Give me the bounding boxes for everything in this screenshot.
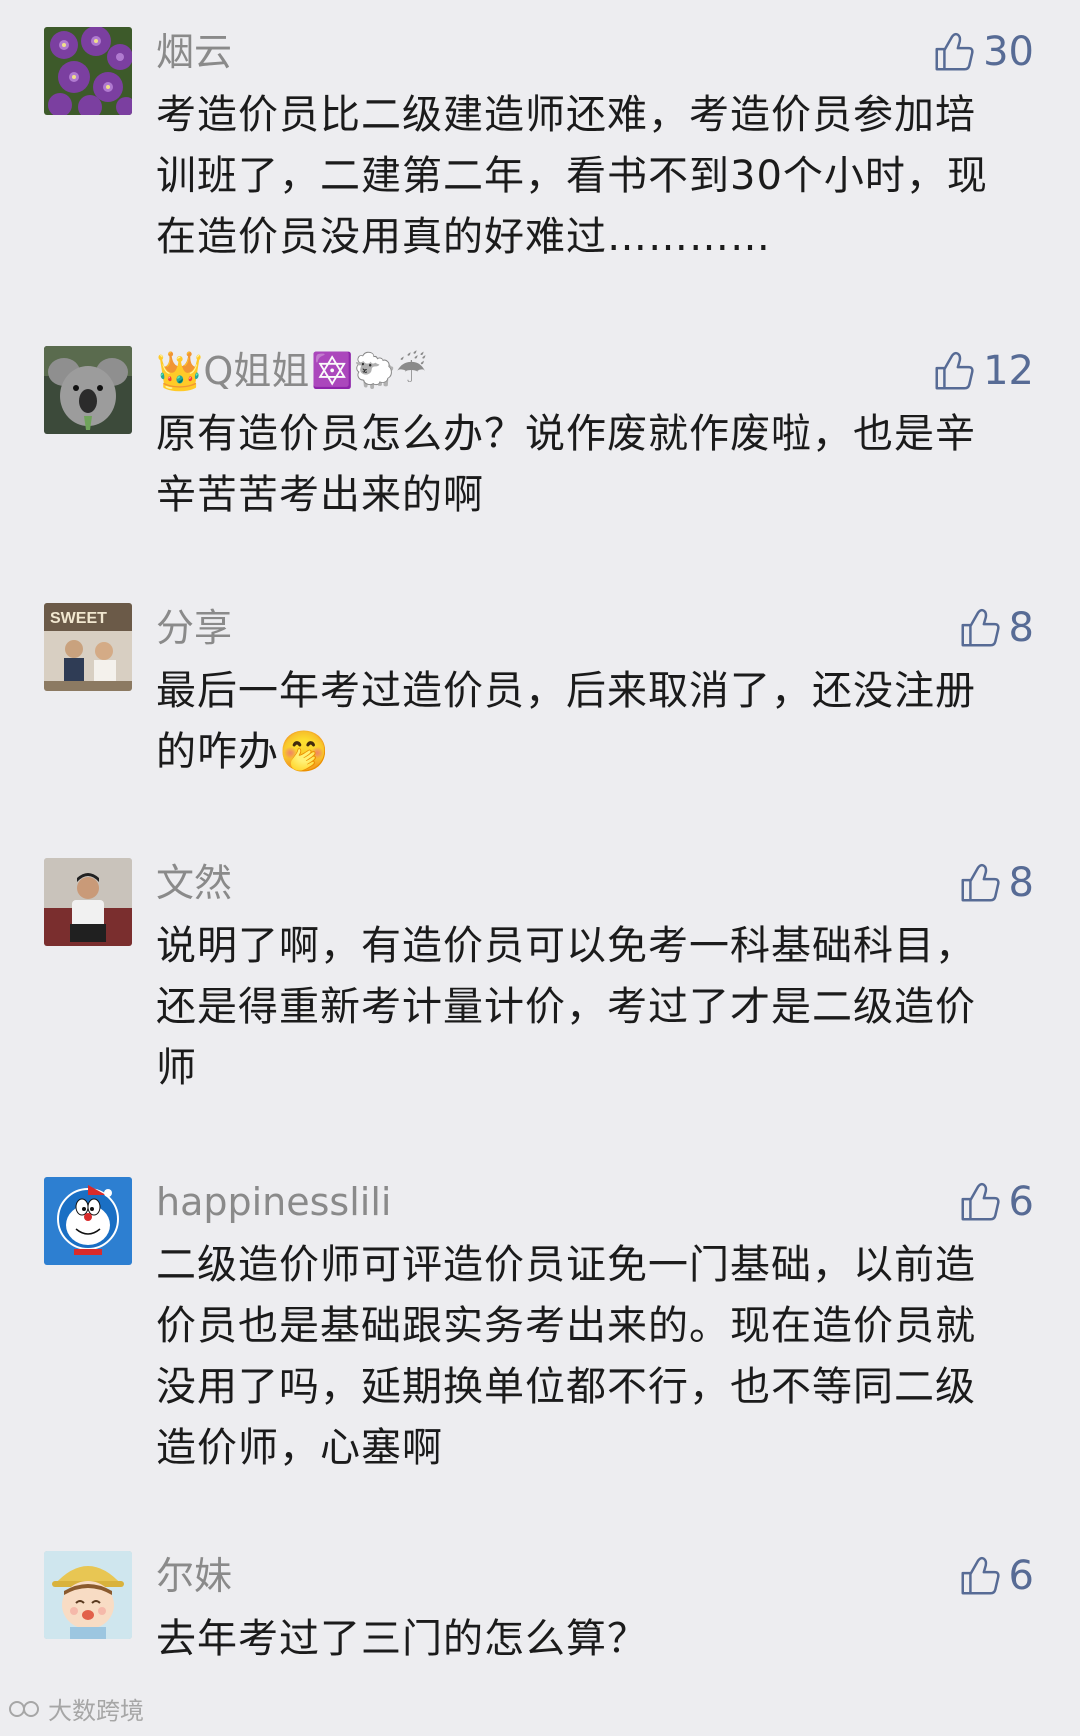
comment-text: 说明了啊，有造价员可以免考一科基础科目，还是得重新考计量计价，考过了才是二级造价… (156, 923, 976, 1091)
nickname[interactable]: 烟云 (156, 27, 232, 77)
nickname-text: 👑Q姐姐 (156, 349, 310, 393)
koala-avatar-image (44, 346, 132, 434)
like-button[interactable]: 8 (957, 603, 1034, 653)
nickname[interactable]: 文然 (156, 858, 232, 908)
nickname-emoji: 🔯🐑☔ (311, 351, 427, 391)
like-button[interactable]: 6 (957, 1551, 1034, 1601)
like-count: 12 (983, 348, 1034, 394)
nickname[interactable]: 👑Q姐姐 🔯🐑☔ (156, 346, 426, 396)
avatar[interactable] (44, 858, 132, 946)
like-count: 8 (1008, 860, 1034, 906)
comment-text: 考造价员比二级建造师还难，考造价员参加培训班了，二建第二年，看书不到30个小时，… (156, 92, 988, 260)
like-count: 6 (1008, 1179, 1034, 1225)
avatar[interactable] (44, 1177, 132, 1265)
avatar[interactable] (44, 346, 132, 434)
nickname[interactable]: happinesslili (156, 1177, 391, 1227)
like-button[interactable]: 8 (957, 858, 1034, 908)
man-sitting-avatar-image (44, 858, 132, 946)
thumbs-up-icon (961, 863, 1000, 902)
avatar[interactable] (44, 27, 132, 115)
nickname-text: 文然 (156, 861, 233, 905)
like-button[interactable]: 6 (957, 1177, 1034, 1227)
doraemon-avatar-image (44, 1177, 132, 1265)
like-count: 30 (983, 29, 1034, 75)
like-count: 6 (1008, 1553, 1034, 1599)
like-count: 8 (1008, 605, 1034, 651)
thumbs-up-icon (935, 351, 974, 390)
watermark-text: 大数跨境 (48, 1697, 144, 1725)
thumbs-up-icon (935, 32, 974, 71)
watermark: 大数跨境 (8, 1691, 144, 1726)
watermark-logo-icon (9, 1700, 39, 1717)
svg-text:SWEET: SWEET (50, 610, 107, 627)
comment-text: 二级造价师可评造价员证免一门基础，以前造价员也是基础跟实务考出来的。现在造价员就… (156, 1242, 976, 1471)
thumbs-up-icon (961, 1556, 1000, 1595)
nickname-text: 分享 (156, 606, 233, 650)
avatar[interactable] (44, 1551, 132, 1639)
like-button[interactable]: 30 (931, 27, 1034, 77)
purple-flowers-avatar-image (44, 27, 132, 115)
comment-text: 去年考过了三门的怎么算？ (156, 1616, 648, 1662)
comment-text: 原有造价员怎么办？说作废就作废啦，也是辛辛苦苦考出来的啊 (156, 411, 976, 518)
couple-photo-avatar-image: SWEET (44, 603, 132, 691)
nickname[interactable]: 尔妹 (156, 1551, 232, 1601)
nickname-text: happinesslili (156, 1180, 392, 1224)
comment-list: 烟云 30 考造价员比二级建造师还难，考造价员参加培训班了，二建第二年，看书不到… (0, 0, 1080, 1736)
like-button[interactable]: 12 (931, 346, 1034, 396)
thumbs-up-icon (961, 608, 1000, 647)
cartoon-girl-avatar-image (44, 1551, 132, 1639)
comment-text: 最后一年考过造价员，后来取消了，还没注册的咋办🤭 (156, 668, 976, 775)
avatar[interactable]: SWEET (44, 603, 132, 691)
nickname-text: 尔妹 (156, 1554, 233, 1598)
nickname[interactable]: 分享 (156, 603, 232, 653)
nickname-text: 烟云 (156, 30, 233, 74)
thumbs-up-icon (961, 1182, 1000, 1221)
